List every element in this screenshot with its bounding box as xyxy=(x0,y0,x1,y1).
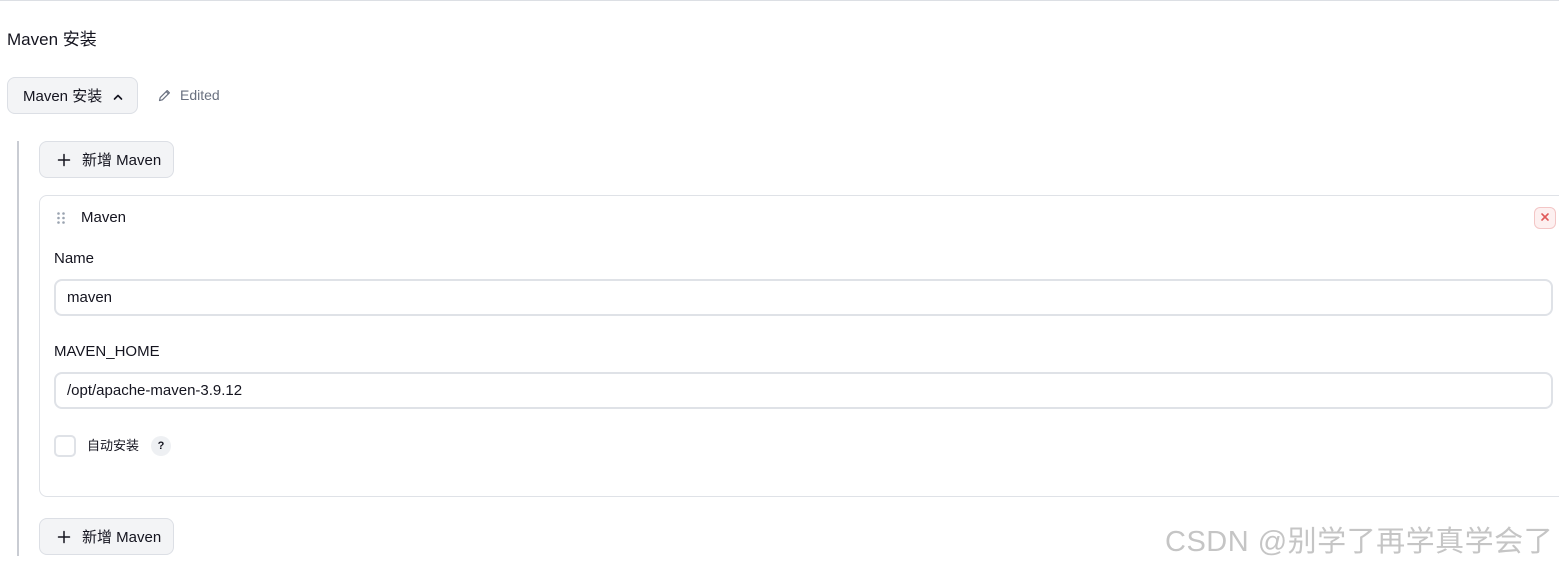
delete-installation-button[interactable] xyxy=(1534,207,1556,229)
add-maven-label: 新增 Maven xyxy=(82,529,162,546)
toggle-button-label: Maven 安装 xyxy=(23,88,103,105)
plus-icon xyxy=(57,153,71,167)
edited-indicator: Edited xyxy=(157,86,220,104)
close-icon xyxy=(1540,209,1550,227)
auto-install-label: 自动安装 xyxy=(87,438,140,453)
pencil-icon xyxy=(157,88,172,103)
watermark: CSDN @别学了再学真学会了 xyxy=(1165,526,1554,558)
name-input[interactable] xyxy=(54,279,1553,316)
maven-installation-card: Maven Name MAVEN_HOME 自动安装 ? xyxy=(39,195,1559,497)
maven-installations-toggle-button[interactable]: Maven 安装 xyxy=(7,77,138,114)
section-title: Maven 安装 xyxy=(7,30,97,49)
chevron-up-icon xyxy=(112,90,124,102)
maven-home-input[interactable] xyxy=(54,372,1553,409)
add-maven-button-top[interactable]: 新增 Maven xyxy=(39,141,174,178)
add-maven-button-bottom[interactable]: 新增 Maven xyxy=(39,518,174,555)
maven-home-label: MAVEN_HOME xyxy=(54,343,160,360)
help-icon[interactable]: ? xyxy=(151,436,171,456)
auto-install-checkbox[interactable] xyxy=(54,435,76,457)
card-title: Maven xyxy=(81,209,127,226)
drag-handle-icon[interactable] xyxy=(56,211,66,225)
section-rail xyxy=(17,141,19,556)
plus-icon xyxy=(57,530,71,544)
edited-label: Edited xyxy=(180,87,220,103)
add-maven-label: 新增 Maven xyxy=(82,152,162,169)
top-divider xyxy=(0,0,1559,1)
name-label: Name xyxy=(54,250,95,267)
